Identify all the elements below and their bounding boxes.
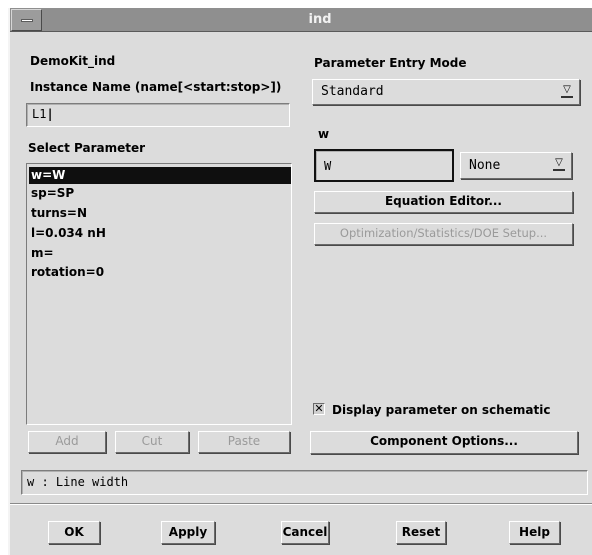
component-options-button[interactable]: Component Options... (310, 431, 578, 454)
entry-mode-label: Parameter Entry Mode (314, 56, 467, 70)
apply-button[interactable]: Apply (161, 521, 215, 544)
instance-name-input[interactable]: L1| (26, 103, 290, 127)
list-item[interactable]: w=W (29, 167, 291, 184)
cut-button[interactable]: Cut (115, 431, 189, 453)
display-parameter-label: Display parameter on schematic (332, 403, 551, 417)
equation-editor-button[interactable]: Equation Editor... (314, 191, 573, 213)
reset-button[interactable]: Reset (396, 521, 446, 544)
parameter-list[interactable]: w=W sp=SP turns=N l=0.034 nH m= rotation… (26, 163, 292, 425)
status-text: w : Line width (27, 475, 129, 489)
dropdown-arrow-icon: ▽ (561, 84, 573, 98)
separator (10, 503, 592, 505)
component-name: DemoKit_ind (30, 54, 116, 68)
list-item[interactable]: m= (29, 245, 291, 262)
select-parameter-label: Select Parameter (28, 141, 146, 155)
unit-value: None (469, 158, 501, 173)
window-menu-icon[interactable] (11, 9, 42, 31)
parameter-value: W (324, 159, 332, 173)
add-button[interactable]: Add (28, 431, 106, 453)
entry-mode-value: Standard (321, 84, 384, 99)
cancel-button[interactable]: Cancel (281, 521, 329, 544)
paste-button[interactable]: Paste (198, 431, 290, 453)
help-button[interactable]: Help (509, 521, 560, 544)
window-title: ind (308, 12, 332, 27)
checkbox-x-icon[interactable]: ✕ (313, 403, 325, 415)
list-item[interactable]: sp=SP (29, 185, 291, 202)
optimization-setup-button[interactable]: Optimization/Statistics/DOE Setup... (314, 223, 573, 245)
instance-name-label: Instance Name (name[<start:stop>]) (30, 80, 282, 94)
parameter-name-label: w (318, 127, 330, 141)
list-item[interactable]: turns=N (29, 205, 291, 222)
entry-mode-select[interactable]: Standard ▽ (312, 79, 580, 105)
unit-select[interactable]: None ▽ (460, 152, 572, 179)
list-item[interactable]: rotation=0 (29, 264, 291, 281)
instance-name-value: L1 (32, 107, 47, 121)
dropdown-arrow-icon: ▽ (553, 157, 565, 171)
parameter-value-input[interactable]: W (314, 149, 454, 182)
status-line: w : Line width (21, 470, 588, 495)
ok-button[interactable]: OK (48, 521, 100, 544)
list-item[interactable]: l=0.034 nH (29, 225, 291, 242)
